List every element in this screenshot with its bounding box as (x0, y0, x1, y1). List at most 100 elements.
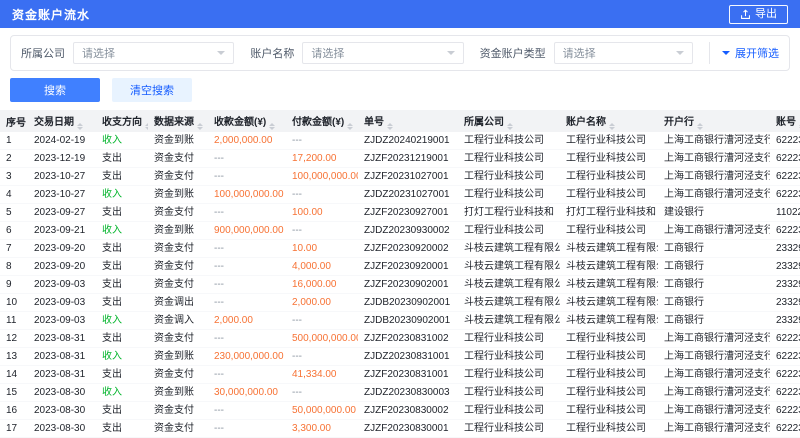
cell-pay: --- (286, 222, 358, 240)
account-type-select[interactable]: 请选择 (554, 42, 693, 64)
column-header[interactable]: 账户名称 (560, 110, 658, 132)
fund-account-flow-page: 资金账户流水 导出 所属公司 请选择 账户名称 请选择 资金账户类型 (0, 0, 800, 438)
clear-search-button[interactable]: 清空搜索 (112, 78, 192, 102)
cell-source: 资金到账 (148, 384, 208, 402)
column-label: 交易日期 (34, 117, 74, 128)
cell-date: 2023-08-31 (28, 330, 96, 348)
cell-bank: 上海工商银行漕河泾支行 (658, 330, 770, 348)
sort-icon[interactable] (387, 123, 393, 130)
column-header[interactable]: 数据来源 (148, 110, 208, 132)
cell-receive: 230,000,000.00 (208, 348, 286, 366)
account-name-select[interactable]: 请选择 (302, 42, 463, 64)
cell-direction: 收入 (96, 348, 148, 366)
cell-order: ZJZF20230920001 (358, 258, 458, 276)
cell-pay: 500,000,000.00 (286, 330, 358, 348)
column-header[interactable]: 账号 (770, 110, 800, 132)
cell-source: 资金支付 (148, 168, 208, 186)
cell-bank: 工商银行 (658, 240, 770, 258)
search-button[interactable]: 搜索 (10, 78, 100, 102)
column-header[interactable]: 交易日期 (28, 110, 96, 132)
sort-icon[interactable] (697, 123, 703, 130)
cell-account: 工程行业科技公司 (560, 366, 658, 384)
table-row: 92023-09-03支出资金支付---16,000.00ZJZF2023090… (0, 276, 800, 294)
column-header[interactable]: 开户行 (658, 110, 770, 132)
cell-receive: 2,000.00 (208, 312, 286, 330)
cell-receive: --- (208, 240, 286, 258)
table-row: 112023-09-03收入资金调入2,000.00---ZJDB2023090… (0, 312, 800, 330)
cell-direction: 支出 (96, 366, 148, 384)
expand-filter-link[interactable]: 展开筛选 (709, 42, 779, 64)
cell-source: 资金支付 (148, 402, 208, 420)
cell-order: ZJZF20230830002 (358, 402, 458, 420)
column-header: 序号 (0, 110, 28, 132)
cell-no: 1 (0, 132, 28, 150)
cell-company: 工程行业科技公司 (458, 402, 560, 420)
cell-direction: 支出 (96, 330, 148, 348)
column-label: 收支方向 (102, 117, 142, 128)
cell-bank: 上海工商银行漕河泾支行 (658, 366, 770, 384)
cell-company: 打灯工程行业科技和 (458, 204, 560, 222)
cell-account: 工程行业科技公司 (560, 150, 658, 168)
table-row: 22023-12-19支出资金支付---17,200.00ZJZF2023121… (0, 150, 800, 168)
sort-icon[interactable] (609, 123, 615, 130)
cell-company: 工程行业科技公司 (458, 348, 560, 366)
cell-direction: 支出 (96, 276, 148, 294)
cell-date: 2023-10-27 (28, 168, 96, 186)
sort-icon[interactable] (197, 123, 203, 130)
company-select[interactable]: 请选择 (73, 42, 234, 64)
cell-receive: --- (208, 276, 286, 294)
cell-order: ZJDZ20240219001 (358, 132, 458, 150)
column-header[interactable]: 收款金额(¥) (208, 110, 286, 132)
sort-icon[interactable] (507, 123, 513, 130)
column-label: 所属公司 (464, 117, 504, 128)
cell-direction: 支出 (96, 204, 148, 222)
cell-number: 23329499 (770, 258, 800, 276)
cell-receive: --- (208, 366, 286, 384)
cell-bank: 上海工商银行漕河泾支行 (658, 168, 770, 186)
column-label: 数据来源 (154, 117, 194, 128)
sort-icon[interactable] (77, 123, 83, 130)
cell-company: 工程行业科技公司 (458, 150, 560, 168)
cell-receive: 100,000,000.00 (208, 186, 286, 204)
sort-icon[interactable] (145, 123, 148, 130)
column-header[interactable]: 所属公司 (458, 110, 560, 132)
column-header[interactable]: 收支方向 (96, 110, 148, 132)
cell-pay: 100,000,000.00 (286, 168, 358, 186)
cell-source: 资金支付 (148, 420, 208, 438)
sort-icon[interactable] (347, 123, 353, 130)
cell-account: 工程行业科技公司 (560, 384, 658, 402)
cell-number: 62223011 (770, 222, 800, 240)
cell-account: 斗枝云建筑工程有限公司 (560, 276, 658, 294)
cell-number: 62223011 (770, 132, 800, 150)
cell-direction: 收入 (96, 384, 148, 402)
cell-source: 资金到账 (148, 186, 208, 204)
table-row: 32023-10-27支出资金支付---100,000,000.00ZJZF20… (0, 168, 800, 186)
cell-direction: 支出 (96, 258, 148, 276)
table-row: 12024-02-19收入资金到账2,000,000.00---ZJDZ2024… (0, 132, 800, 150)
cell-date: 2023-09-27 (28, 204, 96, 222)
cell-date: 2023-09-03 (28, 294, 96, 312)
export-button[interactable]: 导出 (729, 5, 788, 24)
cell-order: ZJZF20230927001 (358, 204, 458, 222)
cell-receive: 900,000,000.00 (208, 222, 286, 240)
cell-number: 23329499 (770, 276, 800, 294)
cell-company: 工程行业科技公司 (458, 222, 560, 240)
cell-company: 斗枝云建筑工程有限公司 (458, 276, 560, 294)
cell-order: ZJZF20230831001 (358, 366, 458, 384)
cell-account: 工程行业科技公司 (560, 168, 658, 186)
column-header[interactable]: 单号 (358, 110, 458, 132)
table-row: 142023-08-31支出资金支付---41,334.00ZJZF202308… (0, 366, 800, 384)
cell-number: 62223011 (770, 366, 800, 384)
cell-pay: --- (286, 348, 358, 366)
filter-panel: 所属公司 请选择 账户名称 请选择 资金账户类型 请选择 展开筛选 (10, 35, 790, 71)
table-body: 12024-02-19收入资金到账2,000,000.00---ZJDZ2024… (0, 132, 800, 438)
cell-no: 10 (0, 294, 28, 312)
chevron-down-icon (722, 51, 730, 55)
cell-company: 斗枝云建筑工程有限公司 (458, 312, 560, 330)
cell-source: 资金调出 (148, 294, 208, 312)
filter-actions: 搜索 清空搜索 (10, 78, 790, 102)
sort-icon[interactable] (269, 123, 275, 130)
cell-no: 13 (0, 348, 28, 366)
column-header[interactable]: 付款金额(¥) (286, 110, 358, 132)
page-header: 资金账户流水 导出 (0, 0, 800, 28)
